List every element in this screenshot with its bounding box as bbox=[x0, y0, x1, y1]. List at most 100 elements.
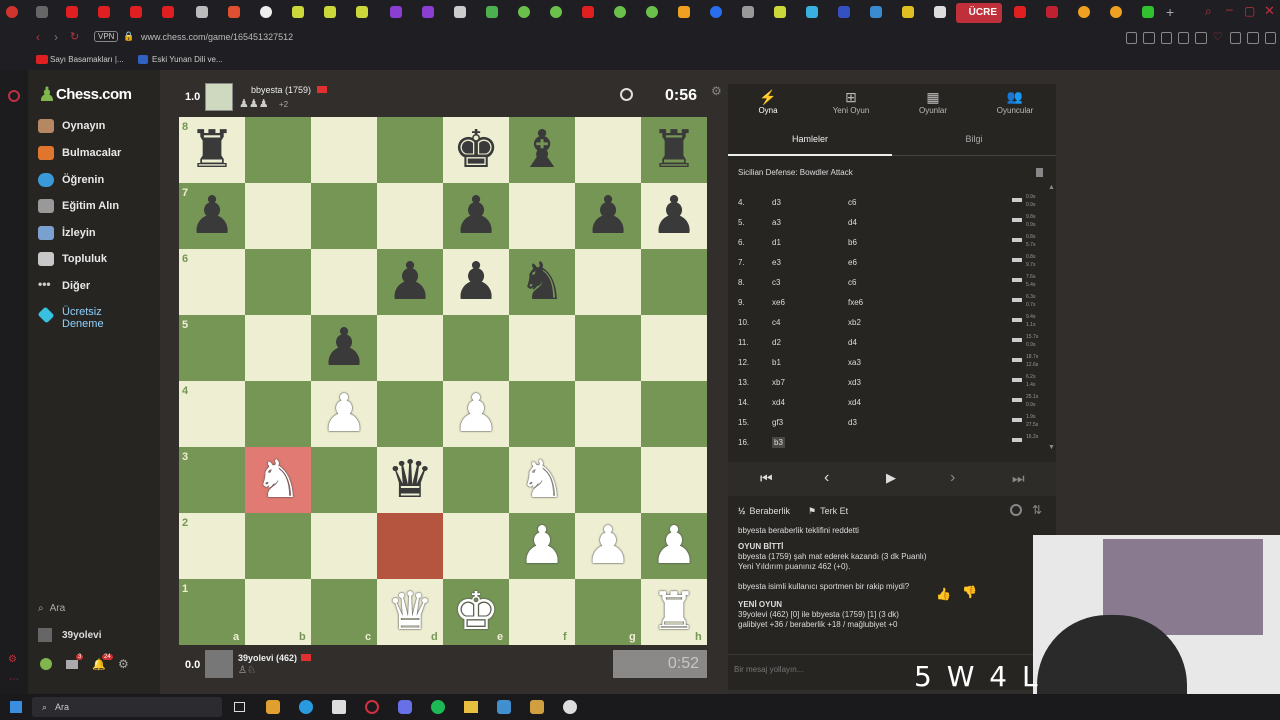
taskbar-app-icon[interactable] bbox=[497, 700, 511, 714]
tab-icon[interactable] bbox=[1014, 6, 1026, 18]
opera-icon[interactable] bbox=[6, 6, 18, 18]
square-e5[interactable] bbox=[443, 315, 509, 381]
move-black[interactable]: xd4 bbox=[848, 398, 861, 407]
tab-icon[interactable] bbox=[678, 6, 690, 18]
tab-icon[interactable] bbox=[324, 6, 336, 18]
white-knight-f3[interactable]: ♞ bbox=[509, 447, 575, 513]
bottom-player-avatar[interactable] bbox=[205, 650, 233, 678]
move-white[interactable]: xb7 bbox=[772, 378, 785, 387]
black-pawn-e7[interactable]: ♟ bbox=[443, 183, 509, 249]
chessboard[interactable]: ♜ ♚ ♝ ♜ ♟ ♟ ♟ ♟ ♟ ♟ ♞ ♟ ♟ ♟ ♞ ♛ ♞ ♟ ♟ ♟ ♛ ♚ ♜ 8 7 6 5 4 3 2 1 a b c d e f g h bbox=[179, 117, 707, 645]
move-black[interactable]: fxe6 bbox=[848, 298, 863, 307]
extensions-icon[interactable] bbox=[1229, 32, 1242, 44]
send-icon[interactable] bbox=[1195, 32, 1207, 44]
search-icon[interactable]: ⌕ bbox=[1205, 4, 1212, 19]
square-f7[interactable] bbox=[509, 183, 575, 249]
black-bishop-f8[interactable]: ♝ bbox=[509, 117, 575, 183]
square-g5[interactable] bbox=[575, 315, 641, 381]
square-a6[interactable] bbox=[179, 249, 245, 315]
square-b6[interactable] bbox=[245, 249, 311, 315]
move-number[interactable]: 13. bbox=[738, 378, 749, 387]
panel-tab-play[interactable]: ⚡ Oyna bbox=[748, 88, 788, 115]
thumbs-up-icon[interactable]: 👍 bbox=[936, 587, 951, 601]
tab-icon[interactable] bbox=[1078, 6, 1090, 18]
move-white[interactable]: d3 bbox=[772, 198, 781, 207]
mail-icon[interactable] bbox=[66, 660, 78, 669]
move-black[interactable]: xd3 bbox=[848, 378, 861, 387]
move-white[interactable]: b3 bbox=[772, 437, 785, 448]
discord-icon[interactable] bbox=[398, 700, 412, 714]
new-tab-icon[interactable]: + bbox=[1166, 4, 1174, 20]
square-a3[interactable] bbox=[179, 447, 245, 513]
prev-move-button[interactable]: ‹ bbox=[824, 469, 829, 487]
move-white[interactable]: a3 bbox=[772, 218, 781, 227]
move-white[interactable]: xe6 bbox=[772, 298, 785, 307]
square-f4[interactable] bbox=[509, 381, 575, 447]
tab-icon[interactable] bbox=[806, 6, 818, 18]
tab-icon[interactable] bbox=[1142, 6, 1154, 18]
square-h4[interactable] bbox=[641, 381, 707, 447]
square-b2[interactable] bbox=[245, 513, 311, 579]
tab-icon[interactable] bbox=[742, 6, 754, 18]
youtube-tab-icon[interactable] bbox=[98, 6, 110, 18]
square-a4[interactable] bbox=[179, 381, 245, 447]
nav-watch[interactable]: İzleyin bbox=[38, 223, 96, 243]
nav-train[interactable]: Eğitim Alın bbox=[38, 196, 119, 216]
tab-icon[interactable] bbox=[260, 6, 272, 18]
nav-more[interactable]: ••• Diğer bbox=[38, 276, 90, 296]
panel-tab-games[interactable]: ▦ Oyunlar bbox=[910, 88, 956, 115]
square-g3[interactable] bbox=[575, 447, 641, 513]
move-white[interactable]: gf3 bbox=[772, 418, 783, 427]
last-move-button[interactable]: ⏭ bbox=[1012, 470, 1025, 487]
white-knight-b3[interactable]: ♞ bbox=[245, 447, 311, 513]
tab-icon[interactable] bbox=[518, 6, 530, 18]
nav-free-trial[interactable]: Ücretsiz Deneme bbox=[37, 306, 112, 334]
square-b4[interactable] bbox=[245, 381, 311, 447]
square-g4[interactable] bbox=[575, 381, 641, 447]
settings-icon[interactable]: ⚙ bbox=[118, 657, 129, 671]
white-pawn-h2[interactable]: ♟ bbox=[641, 513, 707, 579]
scroll-down-icon[interactable]: ▼ bbox=[1048, 444, 1055, 451]
move-black[interactable]: c6 bbox=[848, 278, 856, 287]
tab-icon[interactable] bbox=[614, 6, 626, 18]
taskbar-app-icon[interactable] bbox=[530, 700, 544, 714]
tab-icon[interactable] bbox=[486, 6, 498, 18]
white-pawn-g2[interactable]: ♟ bbox=[575, 513, 641, 579]
move-black[interactable]: b6 bbox=[848, 238, 857, 247]
move-number[interactable]: 9. bbox=[738, 298, 745, 307]
resign-button[interactable]: ⚑ Terk Et bbox=[808, 506, 848, 517]
snapshot-icon[interactable] bbox=[1143, 32, 1155, 44]
square-d4[interactable] bbox=[377, 381, 443, 447]
square-b5[interactable] bbox=[245, 315, 311, 381]
taskbar-search[interactable]: ⌕ Ara bbox=[32, 697, 222, 717]
square-c6[interactable] bbox=[311, 249, 377, 315]
move-black[interactable]: xb2 bbox=[848, 318, 861, 327]
play-button[interactable]: ▶ bbox=[886, 470, 896, 486]
opera-side-icon[interactable] bbox=[8, 90, 20, 102]
opening-book-icon[interactable] bbox=[1036, 168, 1043, 177]
shield-icon[interactable] bbox=[1160, 32, 1173, 44]
move-white[interactable]: e3 bbox=[772, 258, 781, 267]
maximize-icon[interactable]: ▢ bbox=[1244, 4, 1255, 18]
white-pawn-c4[interactable]: ♟ bbox=[311, 381, 377, 447]
tab-icon[interactable] bbox=[646, 6, 658, 18]
square-c3[interactable] bbox=[311, 447, 377, 513]
back-icon[interactable]: ‹ bbox=[36, 30, 40, 44]
move-number[interactable]: 6. bbox=[738, 238, 745, 247]
square-e2[interactable] bbox=[443, 513, 509, 579]
move-black[interactable]: d4 bbox=[848, 338, 857, 347]
move-black[interactable]: e6 bbox=[848, 258, 857, 267]
tab-icon[interactable] bbox=[1110, 6, 1122, 18]
square-g6[interactable] bbox=[575, 249, 641, 315]
taskbar-app-icon[interactable] bbox=[563, 700, 577, 714]
square-c2[interactable] bbox=[311, 513, 377, 579]
tab-icon[interactable] bbox=[36, 6, 48, 18]
nav-learn[interactable]: Öğrenin bbox=[38, 170, 104, 190]
tab-icon[interactable] bbox=[1046, 6, 1058, 18]
black-pawn-a7[interactable]: ♟ bbox=[179, 183, 245, 249]
white-pawn-e4[interactable]: ♟ bbox=[443, 381, 509, 447]
doc-tab-icon[interactable] bbox=[196, 6, 208, 18]
active-tab[interactable]: ÜCRE bbox=[956, 3, 1002, 23]
heart-icon[interactable]: ♡ bbox=[1213, 32, 1224, 44]
panel-tab-new-game[interactable]: ⊞ Yeni Oyun bbox=[826, 88, 876, 115]
